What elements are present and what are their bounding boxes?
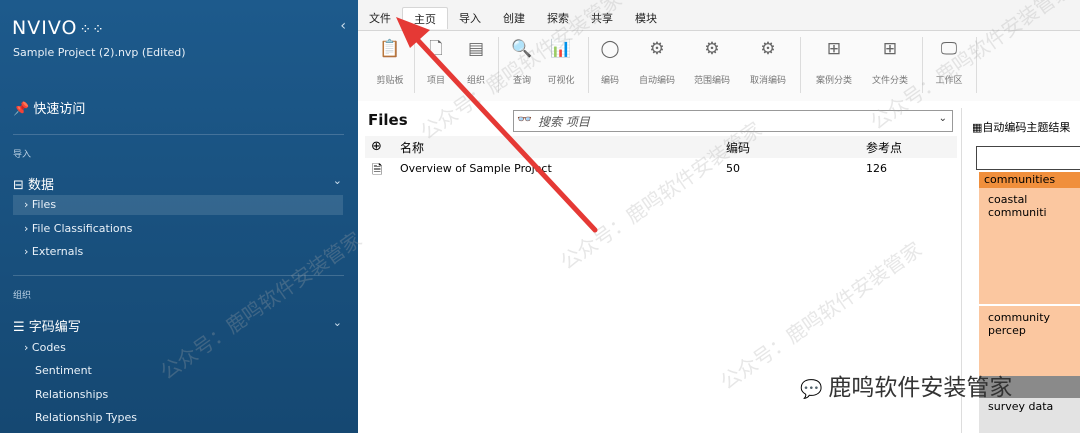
red-arrow-annotation [396,17,598,233]
